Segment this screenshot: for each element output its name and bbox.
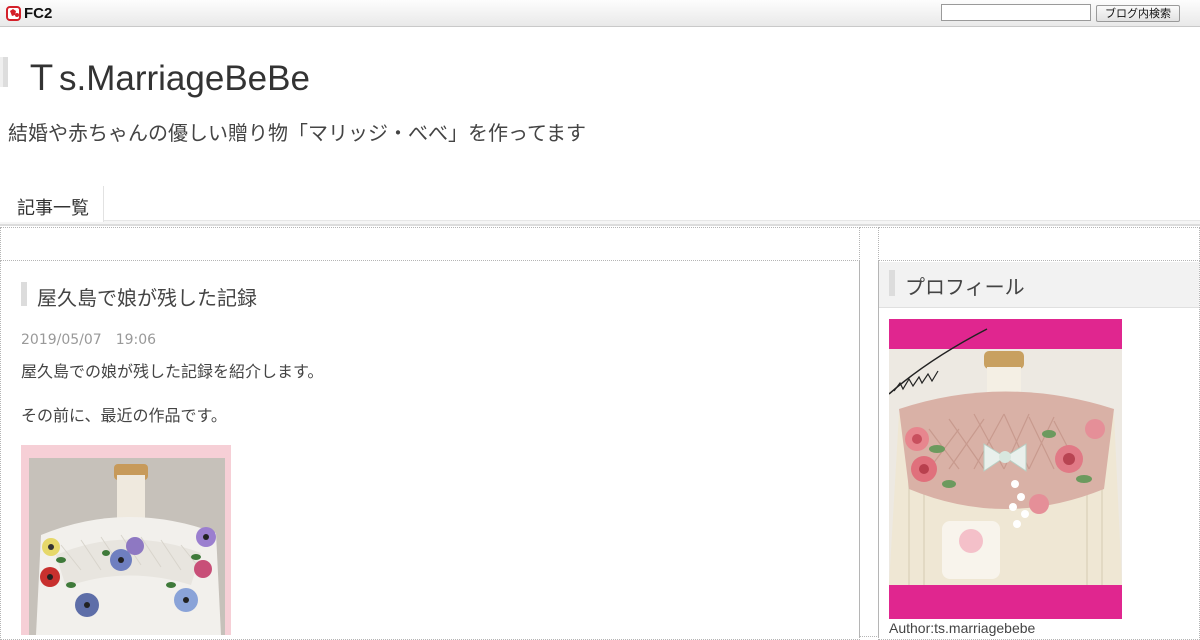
article-paragraph: 屋久島での娘が残した記録を紹介します。 xyxy=(21,362,324,381)
sidebar-title-accent xyxy=(889,270,895,296)
fc2-toolbar: FC2 ブログ内検索 xyxy=(0,0,1200,27)
crochet-collar-photo-illustration xyxy=(21,445,231,635)
profile-author[interactable]: Author:ts.marriagebebe xyxy=(889,620,1035,636)
article-photo-crochet-collar[interactable] xyxy=(21,445,231,635)
blog-title[interactable]: Ｔs.MarriageBeBe xyxy=(24,50,310,101)
main-top-box xyxy=(0,227,860,261)
article-paragraph: その前に、最近の作品です。 xyxy=(21,406,227,425)
sidebar-profile-title: プロフィール xyxy=(905,275,1025,299)
article-date: 2019/05/07 19:06 xyxy=(21,332,157,348)
profile-image[interactable] xyxy=(889,319,1122,619)
blog-search-button[interactable]: ブログ内検索 xyxy=(1096,5,1180,22)
article-title[interactable]: 屋久島で娘が残した記録 xyxy=(37,282,257,311)
article-title-accent xyxy=(21,282,27,306)
profile-photo-illustration xyxy=(889,319,1122,619)
column-divider xyxy=(859,227,879,637)
nav-item-article-list[interactable]: 記事一覧 xyxy=(0,186,104,222)
nav-item-label: 記事一覧 xyxy=(17,198,89,219)
fc2-logo[interactable]: FC2 xyxy=(6,4,52,22)
title-accent-bar xyxy=(0,57,8,87)
nav-bar xyxy=(0,220,1200,226)
fc2-logo-text: FC2 xyxy=(24,4,53,22)
blog-search-input[interactable] xyxy=(941,4,1091,21)
blog-description: 結婚や赤ちゃんの優しい贈り物「マリッジ・べべ」を作ってます xyxy=(8,121,586,145)
fc2-mascot-icon xyxy=(6,6,21,21)
side-top-box xyxy=(878,227,1200,261)
